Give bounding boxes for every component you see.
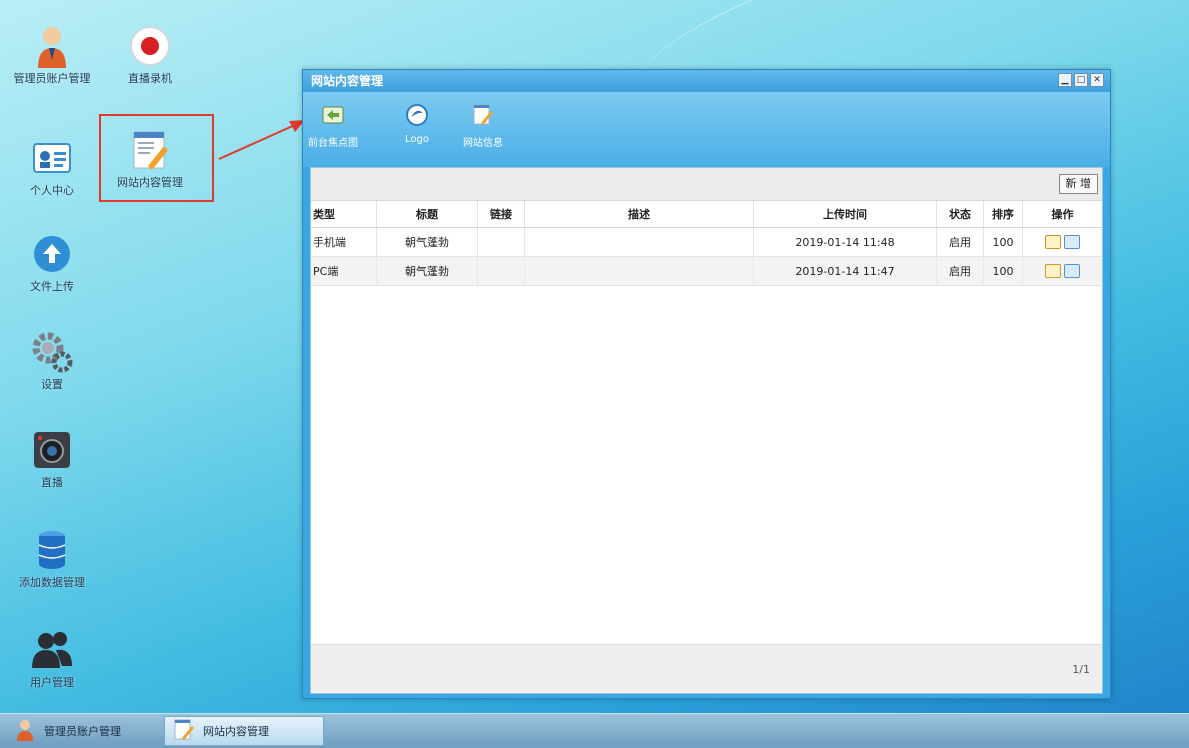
pager[interactable]: 1/1 <box>1072 663 1090 676</box>
minimize-button[interactable]: ▁ <box>1058 73 1072 87</box>
taskbar-item-admin-accounts[interactable]: 管理员账户管理 <box>6 716 156 746</box>
taskbar-item-site-content[interactable]: 网站内容管理 <box>164 716 324 746</box>
desktop-icon-settings[interactable]: 设置 <box>7 330 97 392</box>
cell-type: PC端 <box>311 256 377 286</box>
desktop-icon-label: 用户管理 <box>30 676 74 689</box>
site-content-window: 网站内容管理 ▁ □ ✕ 前台焦点图 Logo 网站信息 新 增 类型 标题 链… <box>302 69 1111 699</box>
desktop-icon-label: 文件上传 <box>30 280 74 293</box>
cell-title: 朝气蓬勃 <box>376 227 478 257</box>
desktop-icon-label: 直播录机 <box>128 72 172 85</box>
image-icon <box>322 104 344 126</box>
table-row[interactable]: PC端 朝气蓬勃 2019-01-14 11:47 启用 100 <box>311 256 1102 286</box>
add-button[interactable]: 新 增 <box>1058 174 1098 194</box>
toolbar-label: Logo <box>405 134 429 145</box>
cell-title: 朝气蓬勃 <box>376 256 478 286</box>
camera-icon <box>30 428 74 472</box>
column-header[interactable]: 标题 <box>376 201 478 228</box>
cloud-upload-icon <box>30 232 74 276</box>
desktop-icon-personal-center[interactable]: 个人中心 <box>7 136 97 198</box>
column-header[interactable]: 排序 <box>983 201 1023 228</box>
window-title: 网站内容管理 <box>311 74 384 88</box>
desktop-icon-label: 管理员账户管理 <box>13 72 91 85</box>
desktop-icon-label: 直播 <box>41 476 63 489</box>
record-icon <box>128 24 172 68</box>
cell-status: 启用 <box>936 227 984 257</box>
window-toolbar: 前台焦点图 Logo 网站信息 <box>303 92 1110 167</box>
admin-user-icon <box>30 24 74 68</box>
cell-desc <box>524 256 754 286</box>
desktop-icon-label: 设置 <box>41 378 63 391</box>
column-header[interactable]: 描述 <box>524 201 754 228</box>
content-table: 类型 标题 链接 描述 上传时间 状态 排序 操作 手机端 朝气蓬勃 2019-… <box>311 201 1102 286</box>
taskbar-item-label: 管理员账户管理 <box>44 725 121 738</box>
table-footer: 1/1 <box>311 644 1102 693</box>
delete-icon[interactable] <box>1064 264 1080 278</box>
cell-link <box>477 256 525 286</box>
window-titlebar[interactable]: 网站内容管理 ▁ □ ✕ <box>303 70 1110 92</box>
column-header[interactable]: 状态 <box>936 201 984 228</box>
toolbar-site-info[interactable]: 网站信息 <box>453 104 513 149</box>
gear-icon <box>30 330 74 374</box>
cell-time: 2019-01-14 11:47 <box>753 256 937 286</box>
toolbar-logo[interactable]: Logo <box>387 104 447 145</box>
toolbar-label: 前台焦点图 <box>308 138 358 149</box>
users-icon <box>30 628 74 672</box>
desktop-icon-user-manage[interactable]: 用户管理 <box>7 628 97 690</box>
taskbar-item-label: 网站内容管理 <box>203 725 269 738</box>
admin-user-icon <box>14 719 36 744</box>
cell-desc <box>524 227 754 257</box>
cell-order: 100 <box>983 256 1023 286</box>
content-toolbar: 新 增 <box>311 168 1102 201</box>
logo-icon <box>406 104 428 126</box>
edit-icon[interactable] <box>1045 235 1061 249</box>
desktop-icon-admin-accounts[interactable]: 管理员账户管理 <box>7 24 97 86</box>
cell-status: 启用 <box>936 256 984 286</box>
database-icon <box>30 528 74 572</box>
pointer-arrow <box>218 120 305 160</box>
desktop-icon-file-upload[interactable]: 文件上传 <box>7 232 97 294</box>
highlight-box <box>99 114 214 202</box>
toolbar-focus-image[interactable]: 前台焦点图 <box>303 104 363 149</box>
column-header[interactable]: 类型 <box>311 201 377 228</box>
taskbar: 管理员账户管理 网站内容管理 <box>0 713 1189 748</box>
column-header[interactable]: 操作 <box>1022 201 1102 228</box>
cell-actions <box>1022 256 1102 286</box>
delete-icon[interactable] <box>1064 235 1080 249</box>
desktop-icon-data-manage[interactable]: 添加数据管理 <box>7 528 97 590</box>
cell-order: 100 <box>983 227 1023 257</box>
id-card-icon <box>30 136 74 180</box>
table-header-row: 类型 标题 链接 描述 上传时间 状态 排序 操作 <box>311 201 1102 228</box>
column-header[interactable]: 链接 <box>477 201 525 228</box>
desktop-icon-label: 个人中心 <box>30 184 74 197</box>
maximize-button[interactable]: □ <box>1074 73 1088 87</box>
toolbar-label: 网站信息 <box>463 138 503 149</box>
edit-icon[interactable] <box>1045 264 1061 278</box>
desktop-icon-label: 添加数据管理 <box>19 576 85 589</box>
notepad-edit-icon <box>173 719 195 744</box>
cell-time: 2019-01-14 11:48 <box>753 227 937 257</box>
cell-link <box>477 227 525 257</box>
cell-type: 手机端 <box>311 227 377 257</box>
desktop-icon-live-recorder[interactable]: 直播录机 <box>105 24 195 86</box>
desktop-icon-live[interactable]: 直播 <box>7 428 97 490</box>
content-panel: 新 增 类型 标题 链接 描述 上传时间 状态 排序 操作 手机端 朝气蓬勃 2… <box>310 167 1103 694</box>
column-header[interactable]: 上传时间 <box>753 201 937 228</box>
close-button[interactable]: ✕ <box>1090 73 1104 87</box>
edit-icon <box>472 104 494 126</box>
cell-actions <box>1022 227 1102 257</box>
table-row[interactable]: 手机端 朝气蓬勃 2019-01-14 11:48 启用 100 <box>311 227 1102 257</box>
